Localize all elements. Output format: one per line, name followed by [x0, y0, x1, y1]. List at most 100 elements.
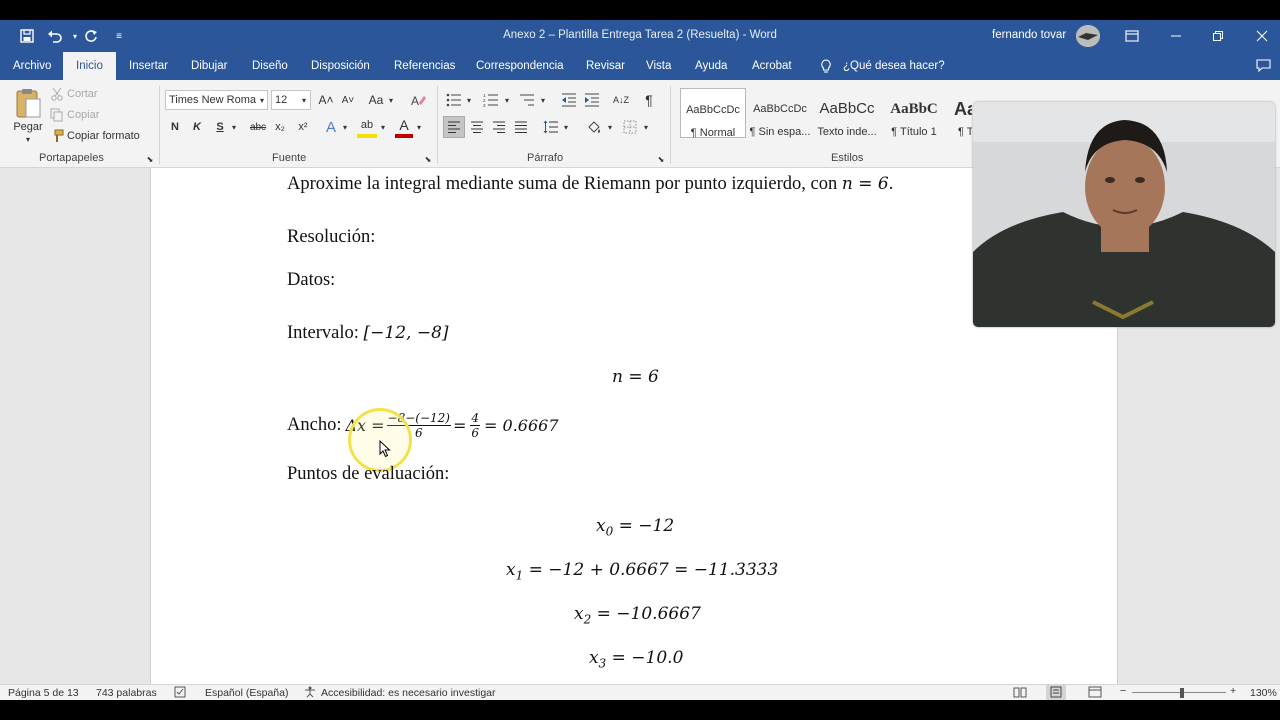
tab-dibujar[interactable]: Dibujar [189, 52, 229, 80]
minimize-icon[interactable] [1166, 26, 1186, 46]
language-status[interactable]: Español (España) [205, 687, 288, 699]
text-effects-button[interactable]: A [322, 116, 340, 138]
change-case-dropdown-icon[interactable]: ▾ [386, 92, 396, 108]
subscript-button[interactable]: x₂ [271, 116, 289, 138]
style-normal[interactable]: AaBbCcDc ¶ Normal [680, 88, 746, 139]
tab-revisar[interactable]: Revisar [584, 52, 627, 80]
sort-button[interactable]: A↓Z [611, 90, 631, 110]
format-painter-button[interactable]: Copiar formato [67, 128, 140, 144]
style-heading-1[interactable]: AaBbC ¶ Título 1 [881, 88, 947, 138]
font-name-select[interactable]: Times New Roma [165, 90, 268, 110]
tab-inicio[interactable]: Inicio [63, 52, 116, 80]
font-size-dropdown-icon[interactable]: ▾ [299, 92, 309, 108]
show-formatting-button[interactable]: ¶ [640, 90, 658, 110]
shrink-font-button[interactable]: A˅ [339, 90, 357, 110]
change-case-button[interactable]: Aa [366, 90, 386, 110]
align-right-icon[interactable] [489, 116, 509, 138]
equals-sign: = [452, 415, 467, 435]
grow-font-button[interactable]: A˄ [317, 90, 335, 110]
decrease-indent-icon[interactable] [560, 90, 578, 110]
strikethrough-button[interactable]: abc [248, 116, 268, 138]
multilevel-list-icon[interactable] [518, 90, 536, 110]
shading-dropdown-icon[interactable]: ▾ [605, 119, 615, 135]
font-name-dropdown-icon[interactable]: ▾ [257, 92, 267, 108]
paste-icon[interactable] [12, 86, 44, 120]
zoom-level[interactable]: 130% [1250, 687, 1277, 699]
page-count[interactable]: Página 5 de 13 [8, 687, 79, 699]
zoom-slider[interactable] [1132, 692, 1226, 693]
restore-icon[interactable] [1208, 26, 1228, 46]
accessibility-icon[interactable] [303, 686, 317, 700]
user-name[interactable]: fernando tovar [992, 29, 1066, 41]
highlight-dropdown-icon[interactable]: ▾ [378, 119, 388, 135]
style-heading-2[interactable]: Aa ¶ T [948, 88, 972, 138]
tell-me-search[interactable]: ¿Qué desea hacer? [841, 52, 947, 80]
tab-disposicion[interactable]: Disposición [309, 52, 372, 80]
tab-correspondencia[interactable]: Correspondencia [474, 52, 566, 80]
bold-button[interactable]: N [167, 116, 183, 138]
bullets-icon[interactable] [445, 90, 463, 110]
highlight-button[interactable]: ab [357, 116, 377, 138]
accessibility-status[interactable]: Accesibilidad: es necesario investigar [321, 687, 496, 699]
web-layout-icon[interactable] [1088, 686, 1102, 700]
cut-button[interactable]: Cortar [67, 86, 98, 102]
superscript-button[interactable]: x² [294, 116, 312, 138]
increase-indent-icon[interactable] [583, 90, 601, 110]
line-spacing-dropdown-icon[interactable]: ▾ [561, 119, 571, 135]
tab-insertar[interactable]: Insertar [127, 52, 170, 80]
tab-acrobat[interactable]: Acrobat [750, 52, 794, 80]
zoom-slider-thumb[interactable] [1180, 688, 1184, 698]
proofing-icon[interactable] [174, 686, 188, 700]
justify-icon[interactable] [511, 116, 531, 138]
comments-icon[interactable] [1254, 52, 1273, 80]
text-effects-dropdown-icon[interactable]: ▾ [340, 119, 350, 135]
tab-archivo[interactable]: Archivo [11, 52, 53, 80]
tab-ayuda[interactable]: Ayuda [693, 52, 729, 80]
x2-rhs: = −10.6667 [591, 604, 701, 624]
style-name: ¶ Normal [690, 127, 736, 139]
print-layout-icon[interactable] [1046, 685, 1066, 700]
italic-button[interactable]: K [189, 116, 205, 138]
paste-button[interactable]: Pegar [10, 120, 46, 134]
format-painter-icon[interactable] [50, 128, 64, 144]
tab-vista[interactable]: Vista [644, 52, 673, 80]
word-count[interactable]: 743 palabras [96, 687, 157, 699]
bullets-dropdown-icon[interactable]: ▾ [464, 92, 474, 108]
paste-dropdown-icon[interactable]: ▾ [20, 134, 36, 144]
ribbon-display-options-icon[interactable] [1122, 26, 1142, 46]
multilevel-dropdown-icon[interactable]: ▾ [538, 92, 548, 108]
borders-dropdown-icon[interactable]: ▾ [641, 119, 651, 135]
clear-formatting-icon[interactable]: A [409, 90, 429, 110]
copy-icon[interactable] [50, 107, 64, 123]
read-mode-icon[interactable] [1013, 686, 1027, 700]
shading-icon[interactable] [584, 116, 604, 138]
interval-line: Intervalo: [−12, −8] [287, 323, 449, 344]
font-color-button[interactable]: A [395, 116, 413, 138]
tab-diseno[interactable]: Diseño [250, 52, 290, 80]
align-left-icon[interactable] [443, 116, 465, 138]
cut-icon[interactable] [50, 86, 64, 102]
zoom-in-button[interactable]: + [1230, 685, 1236, 697]
copy-button[interactable]: Copiar [67, 107, 99, 123]
style-body-indent[interactable]: AaBbCc Texto inde... [814, 88, 880, 138]
line-spacing-icon[interactable] [541, 116, 561, 138]
font-dialog-launcher-icon[interactable]: ⬊ [422, 153, 434, 165]
zoom-out-button[interactable]: − [1120, 685, 1126, 697]
avatar[interactable] [1076, 25, 1100, 47]
paragraph-dialog-launcher-icon[interactable]: ⬊ [655, 153, 667, 165]
x2-equation: x2 = −10.6667 [574, 604, 701, 626]
style-no-spacing[interactable]: AaBbCcDc ¶ Sin espa... [747, 88, 813, 138]
underline-button[interactable]: S [212, 116, 228, 138]
tab-referencias[interactable]: Referencias [392, 52, 457, 80]
borders-icon[interactable] [620, 116, 640, 138]
underline-dropdown-icon[interactable]: ▾ [229, 119, 239, 135]
font-color-dropdown-icon[interactable]: ▾ [414, 119, 424, 135]
dialog-launcher-icon[interactable]: ⬊ [144, 153, 156, 165]
close-icon[interactable] [1252, 26, 1272, 46]
numbering-icon[interactable]: 123 [482, 90, 500, 110]
numbering-dropdown-icon[interactable]: ▾ [502, 92, 512, 108]
ribbon-separator [159, 86, 160, 164]
align-center-icon[interactable] [467, 116, 487, 138]
group-label-estilos: Estilos [831, 152, 864, 164]
style-name: Texto inde... [817, 126, 877, 138]
